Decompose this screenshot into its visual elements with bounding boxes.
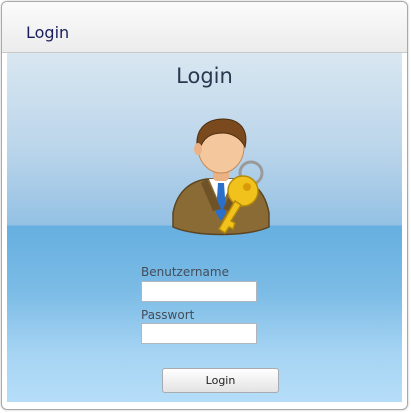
login-panel: Login Benutzername Passwort Login — [7, 53, 402, 402]
login-button[interactable]: Login — [162, 368, 279, 393]
username-label: Benutzername — [141, 265, 229, 279]
user-with-key-icon — [172, 118, 270, 236]
username-input[interactable] — [141, 281, 257, 302]
login-dialog: Login Login Benutzername Passwort Login — [1, 1, 408, 410]
dialog-titlebar: Login — [2, 2, 407, 53]
key-head-shape — [227, 175, 259, 207]
form-heading: Login — [176, 64, 233, 88]
dialog-title: Login — [26, 23, 70, 42]
password-input[interactable] — [141, 323, 257, 344]
password-label: Passwort — [141, 308, 195, 322]
